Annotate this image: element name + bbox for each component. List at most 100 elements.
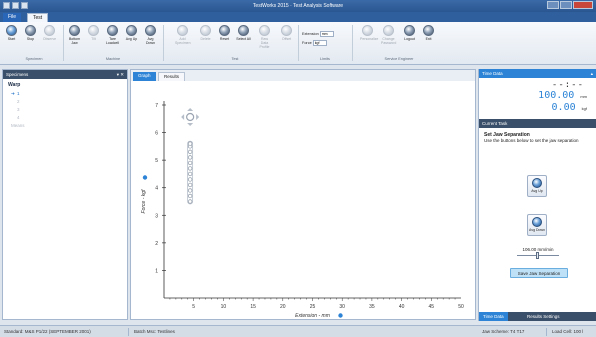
maximize-button[interactable] [560, 1, 572, 9]
stop-button[interactable]: Stop [23, 25, 38, 41]
y-tick-label: 1 [155, 268, 158, 274]
data-point [187, 149, 193, 155]
add-specimen-icon [177, 25, 188, 36]
start-icon [6, 25, 17, 36]
pan-right-icon [196, 114, 200, 120]
y-axis-label: Force - kgf [141, 189, 147, 214]
slider-knob[interactable] [536, 252, 539, 259]
specimen-item[interactable]: 2 [3, 97, 127, 105]
change-password-button[interactable]: Change Password [381, 25, 396, 45]
time-readout: --:-- [551, 80, 584, 90]
ribbon-separator [298, 25, 299, 61]
avg-up-button[interactable]: Avg Up [124, 25, 139, 41]
extension-limit-input[interactable] [319, 31, 334, 37]
data-point [187, 155, 193, 160]
center-tab-strip: Graph Results [131, 70, 475, 81]
tab-test[interactable]: Test [27, 13, 49, 22]
y-tick-label: 2 [155, 241, 158, 247]
exit-button[interactable]: Exit [421, 25, 436, 41]
data-point [187, 160, 193, 166]
data-point [187, 171, 193, 177]
collapse-icon[interactable]: ▴ [591, 71, 593, 77]
avg-down-button[interactable]: Avg Down [143, 25, 158, 45]
tab-results[interactable]: Results [158, 72, 186, 81]
ribbon-separator [352, 25, 353, 61]
specimen-item[interactable]: ➔ 1 [3, 89, 127, 97]
right-panel: Time Data ▴ --:-- 100.00 mm 0.00 kgf Cur… [478, 69, 596, 321]
data-point [187, 166, 193, 171]
data-point [187, 182, 193, 188]
select-all-button[interactable]: Select All [236, 25, 251, 41]
right-bottom-tabs: Time Data Results Settings [479, 312, 596, 321]
x-tick-label: 5 [192, 304, 195, 310]
y-tick-label: 3 [155, 213, 158, 219]
x-tick-label: 30 [339, 304, 345, 310]
y-axis-selector-icon [142, 175, 148, 180]
status-jaw-scheme: Jaw Scheme: T4 T17 [482, 329, 525, 334]
observe-icon [44, 25, 55, 36]
bottom-jaw-icon [69, 25, 80, 36]
close-button[interactable] [573, 1, 593, 9]
specimens-header: Specimens ▾ ✕ [3, 70, 127, 79]
raw-data-icon [259, 25, 270, 36]
means-item[interactable]: Means [3, 121, 127, 129]
specimen-item[interactable]: 3 [3, 105, 127, 113]
current-task: Set Jaw Separation Use the buttons below… [479, 128, 596, 148]
force-extension-chart[interactable]: 12345675 10 15 20 25 30 35 40 45 50Extension - mm… [131, 81, 475, 319]
tab-time-data[interactable]: Time Data [479, 312, 508, 321]
raw-data-profile-button[interactable]: Raw Data Profile [257, 25, 272, 49]
jog-down-icon [532, 217, 542, 227]
tab-file[interactable]: File [3, 13, 22, 22]
minimize-button[interactable] [547, 1, 559, 9]
window-title: TestWorks 2015 · Test Analysis Software [252, 3, 344, 9]
jog-up-icon [532, 178, 542, 188]
x-tick-label: 35 [369, 304, 375, 310]
bottom-jaw-button[interactable]: Bottom Jaw [67, 25, 82, 45]
specimen-set-name: Warp [8, 82, 21, 88]
delete-button[interactable]: Delete [198, 25, 213, 41]
ribbon-separator [63, 25, 64, 61]
add-specimen-button[interactable]: Add Specimen [175, 25, 191, 45]
offset-button[interactable]: Offset [279, 25, 294, 41]
personalize-icon [362, 25, 373, 36]
force-readout: 0.00 kgf [551, 102, 587, 113]
offset-icon [281, 25, 292, 36]
x-tick-label: 50 [458, 304, 464, 310]
specimen-item[interactable]: 4 [3, 113, 127, 121]
extension-readout: 100.00 mm [538, 90, 587, 101]
reset-button[interactable]: Reset [217, 25, 232, 41]
window-controls [547, 1, 593, 9]
tare-icon [107, 25, 118, 36]
ribbon-separator [163, 25, 164, 61]
tare-loadcell-button[interactable]: Tare Loadcell [105, 25, 120, 45]
pin-icon[interactable]: ▾ ✕ [117, 72, 124, 78]
x-tick-label: 15 [250, 304, 256, 310]
observe-button[interactable]: Observe [42, 25, 57, 41]
title-bar: TestWorks 2015 · Test Analysis Software [0, 0, 596, 12]
force-limit-input[interactable] [312, 40, 327, 46]
start-button[interactable]: Start [4, 25, 19, 41]
select-all-icon [238, 25, 249, 36]
password-icon [383, 25, 394, 36]
x-tick-label: 40 [399, 304, 405, 310]
tab-graph[interactable]: Graph [133, 72, 156, 81]
ribbon-tab-row: File Test [0, 12, 596, 22]
pan-up-icon [187, 108, 194, 111]
jog-down-button[interactable]: Avg Down [527, 214, 547, 236]
group-label-limits: Limits [320, 57, 330, 61]
logout-button[interactable]: Logout [402, 25, 417, 41]
data-point [187, 199, 193, 204]
jog-rate-slider[interactable] [517, 252, 559, 259]
logout-icon [404, 25, 415, 36]
x-tick-label: 10 [221, 304, 227, 310]
tilt-button[interactable]: Tilt [86, 25, 101, 41]
time-data-header: Time Data ▴ [479, 69, 596, 78]
jog-up-button[interactable]: Avg Up [527, 175, 547, 197]
tab-results-settings[interactable]: Results Settings [523, 312, 564, 321]
task-description: Use the buttons below to set the jaw sep… [484, 138, 579, 143]
save-jaw-separation-button[interactable]: Save Jaw Separation [510, 268, 568, 278]
data-point [187, 177, 193, 182]
tilt-icon [88, 25, 99, 36]
data-point [187, 141, 193, 146]
personalize-button[interactable]: Personalize [360, 25, 378, 41]
